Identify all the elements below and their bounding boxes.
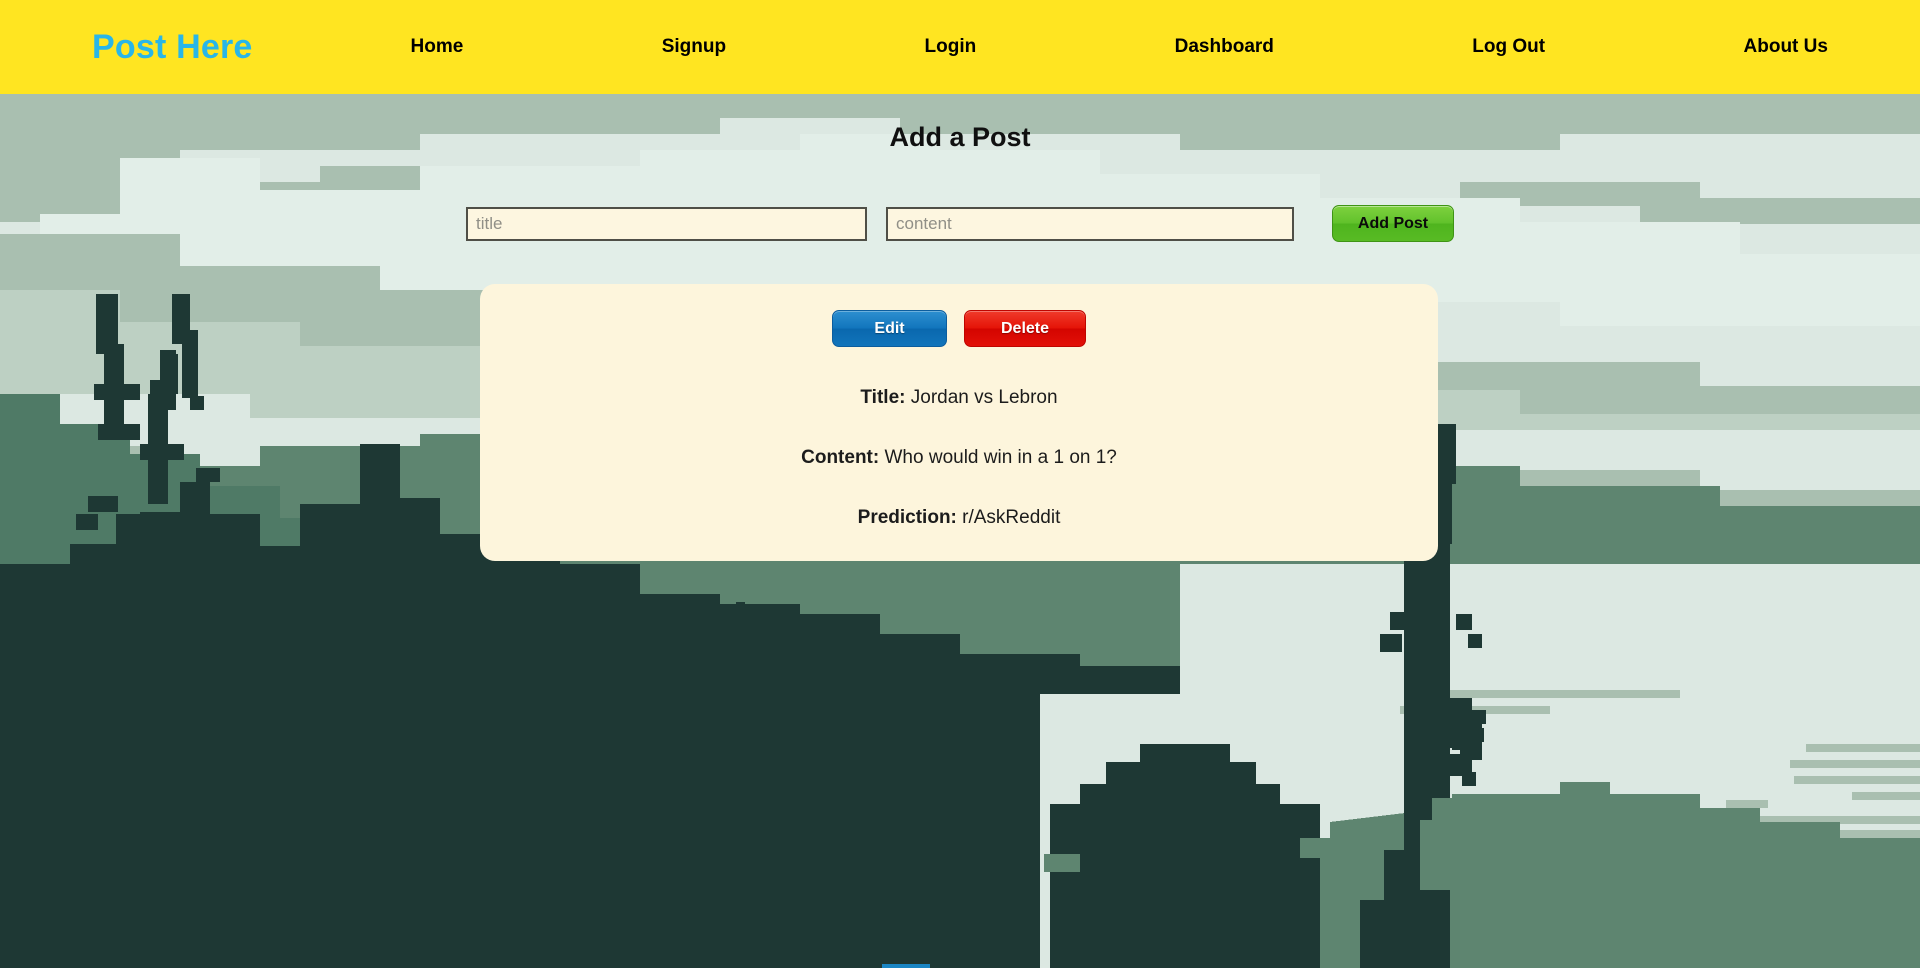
title-input[interactable] bbox=[466, 206, 867, 241]
content-input[interactable] bbox=[886, 206, 1294, 241]
post-content-row: Content: Who would win in a 1 on 1? bbox=[480, 447, 1438, 469]
post-prediction-label: Prediction: bbox=[857, 507, 957, 528]
nav-link-dashboard[interactable]: Dashboard bbox=[1175, 36, 1274, 57]
nav-link-login[interactable]: Login bbox=[925, 36, 977, 57]
page-title: Add a Post bbox=[889, 122, 1031, 152]
nav-item-signup: Signup bbox=[662, 36, 726, 58]
brand-logo[interactable]: Post Here bbox=[92, 28, 253, 67]
add-post-button[interactable]: Add Post bbox=[1332, 205, 1454, 242]
post-prediction-row: Prediction: r/AskReddit bbox=[480, 507, 1438, 529]
post-content-label: Content: bbox=[801, 447, 880, 468]
post-title-label: Title: bbox=[860, 387, 906, 408]
nav-item-logout: Log Out bbox=[1472, 36, 1545, 58]
nav-link-about-us[interactable]: About Us bbox=[1744, 36, 1828, 57]
main-content: Add a Post Add Post Edit Delete Title: J… bbox=[0, 94, 1920, 968]
nav-item-home: Home bbox=[411, 36, 464, 58]
nav-item-login: Login bbox=[925, 36, 977, 58]
nav-link-home[interactable]: Home bbox=[411, 36, 464, 57]
post-card-actions: Edit Delete bbox=[480, 284, 1438, 347]
post-title-row: Title: Jordan vs Lebron bbox=[480, 387, 1438, 409]
post-prediction-text: r/AskReddit bbox=[962, 507, 1061, 528]
delete-button[interactable]: Delete bbox=[964, 310, 1086, 347]
edit-button[interactable]: Edit bbox=[832, 310, 947, 347]
nav-item-about-us: About Us bbox=[1744, 36, 1828, 58]
bottom-link-artifact[interactable] bbox=[882, 964, 930, 968]
post-title-text: Jordan vs Lebron bbox=[910, 387, 1058, 408]
add-post-form: Add Post bbox=[0, 205, 1920, 242]
post-card: Edit Delete Title: Jordan vs Lebron Cont… bbox=[480, 284, 1438, 561]
top-navbar: Post Here Home Signup Login Dashboard Lo… bbox=[0, 0, 1920, 94]
nav-link-signup[interactable]: Signup bbox=[662, 36, 726, 57]
nav-links-list: Home Signup Login Dashboard Log Out Abou… bbox=[253, 36, 1920, 58]
nav-link-logout[interactable]: Log Out bbox=[1472, 36, 1545, 57]
nav-item-dashboard: Dashboard bbox=[1175, 36, 1274, 58]
post-content-text: Who would win in a 1 on 1? bbox=[884, 447, 1117, 468]
